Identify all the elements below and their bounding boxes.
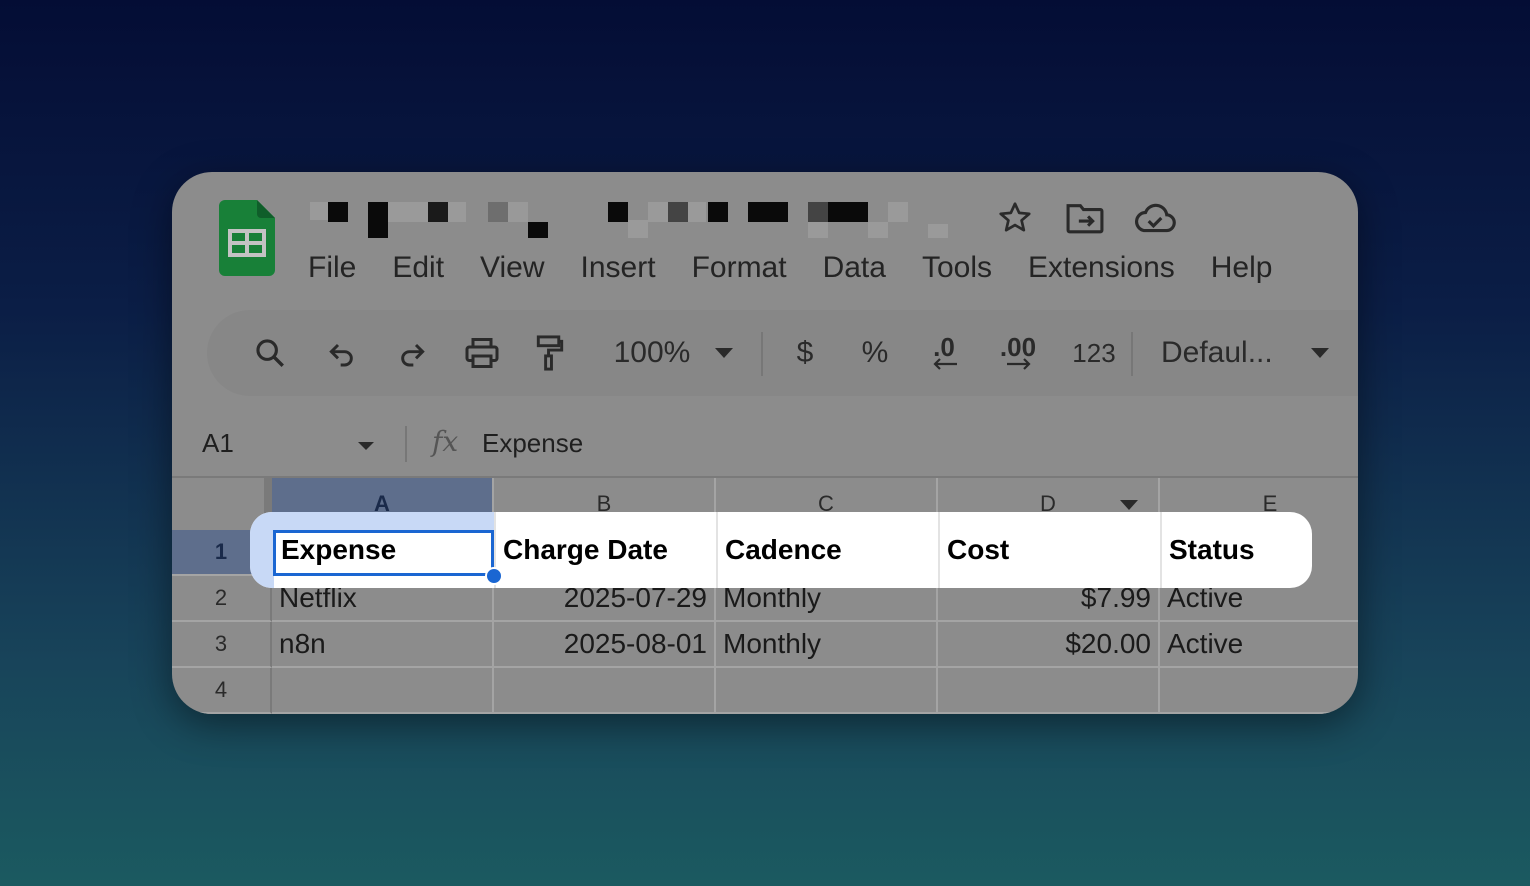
menu-edit[interactable]: Edit (374, 246, 462, 290)
fill-handle[interactable] (485, 567, 503, 585)
table-cell[interactable]: n8n (272, 622, 494, 668)
star-icon[interactable] (990, 198, 1040, 238)
zoom-select[interactable]: 100% (597, 310, 707, 396)
paint-format-icon[interactable] (525, 310, 575, 396)
header-cell-cadence[interactable]: Cadence (718, 512, 940, 588)
percent-label: % (861, 336, 889, 369)
menu-tools[interactable]: Tools (904, 246, 1010, 290)
column-d-dropdown-icon[interactable] (1119, 498, 1139, 516)
formula-bar: A1 fx Expense (172, 410, 1358, 478)
table-cell[interactable] (494, 668, 716, 714)
table-cell[interactable] (1160, 668, 1358, 714)
font-caret-icon[interactable] (1305, 310, 1335, 396)
font-select[interactable]: Defaul... (1161, 310, 1291, 396)
arrow-right-icon (1007, 358, 1031, 370)
table-cell[interactable]: Active (1160, 622, 1358, 668)
menu-file[interactable]: File (290, 246, 374, 290)
selected-column-shade (274, 512, 494, 530)
table-cell[interactable]: Monthly (716, 622, 938, 668)
search-icon[interactable] (245, 310, 295, 396)
header-cell-status[interactable]: Status (1162, 512, 1312, 588)
menu-extensions[interactable]: Extensions (1010, 246, 1193, 290)
header-cell-cost[interactable]: Cost (940, 512, 1162, 588)
arrow-left-icon (933, 358, 957, 370)
formula-input[interactable]: Expense (482, 428, 583, 459)
currency-format-button[interactable]: $ (785, 310, 825, 396)
fx-icon: fx (430, 424, 466, 465)
number-format-label: 123 (1072, 337, 1116, 368)
row-header-3[interactable]: 3 (172, 622, 272, 668)
menu-insert[interactable]: Insert (563, 246, 674, 290)
name-box-caret-icon[interactable] (357, 438, 375, 456)
menu-format[interactable]: Format (674, 246, 805, 290)
font-value: Defaul... (1161, 336, 1273, 369)
percent-format-button[interactable]: % (853, 310, 897, 396)
menu-view[interactable]: View (462, 246, 562, 290)
table-cell[interactable]: $20.00 (938, 622, 1160, 668)
cloud-saved-icon[interactable] (1130, 198, 1180, 238)
formula-bar-divider (405, 426, 407, 462)
currency-label: $ (796, 336, 814, 369)
zoom-value: 100% (613, 336, 691, 369)
decrease-decimal-button[interactable]: .0 (919, 310, 969, 396)
number-format-button[interactable]: 123 (1063, 310, 1125, 396)
toolbar: 100% $ % .0 .00 123 Defaul... (207, 310, 1358, 396)
undo-icon[interactable] (317, 310, 367, 396)
toolbar-divider (761, 332, 763, 376)
table-cell[interactable] (716, 668, 938, 714)
toolbar-divider (1131, 332, 1133, 376)
table-cell[interactable] (272, 668, 494, 714)
spreadsheet-window: File Edit View Insert Format Data Tools … (172, 172, 1358, 714)
menu-bar: File Edit View Insert Format Data Tools … (290, 246, 1290, 290)
decrease-decimal-label: .0 (933, 332, 955, 362)
table-cell[interactable] (938, 668, 1160, 714)
increase-decimal-button[interactable]: .00 (989, 310, 1047, 396)
print-icon[interactable] (457, 310, 507, 396)
zoom-caret-icon[interactable] (709, 310, 739, 396)
google-sheets-logo[interactable] (219, 200, 275, 276)
row-header-4[interactable]: 4 (172, 668, 272, 714)
redo-icon[interactable] (387, 310, 437, 396)
increase-decimal-label: .00 (999, 332, 1037, 362)
document-title-redacted[interactable] (310, 202, 948, 238)
menu-help[interactable]: Help (1193, 246, 1291, 290)
title-actions (990, 198, 1180, 238)
svg-text:fx: fx (430, 425, 458, 458)
move-to-folder-icon[interactable] (1060, 198, 1110, 238)
header-cell-charge-date[interactable]: Charge Date (496, 512, 718, 588)
menu-data[interactable]: Data (805, 246, 904, 290)
name-box[interactable]: A1 (202, 428, 234, 459)
selection-row-marker (250, 512, 274, 588)
active-cell-outline (273, 530, 494, 576)
table-cell[interactable]: 2025-08-01 (494, 622, 716, 668)
